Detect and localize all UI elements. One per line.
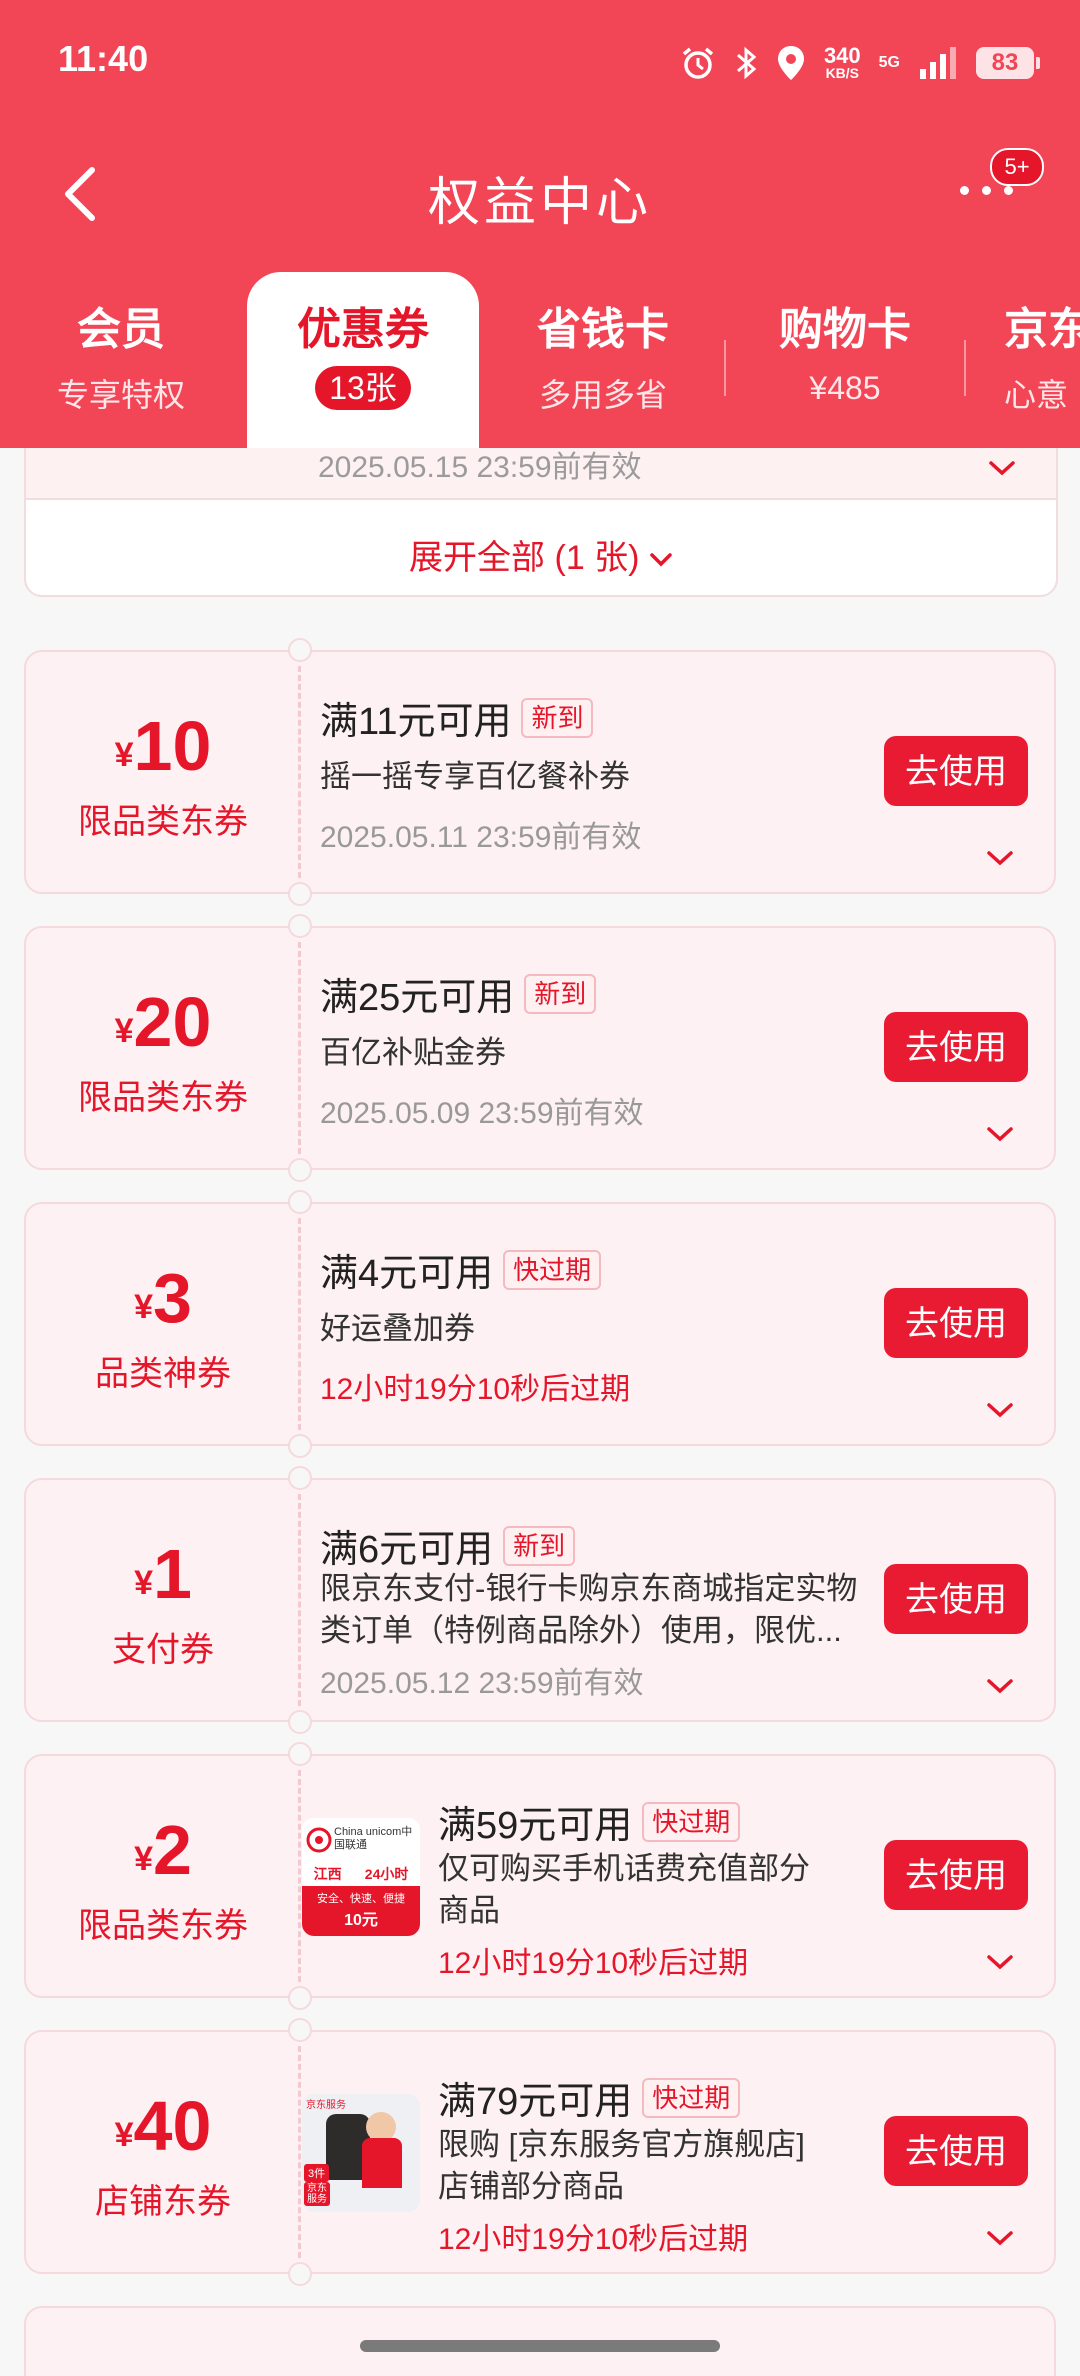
message-badge: 5+ bbox=[990, 148, 1044, 186]
coupon-group-card: 2025.05.15 23:59前有效 展开全部 (1 张) bbox=[24, 448, 1058, 597]
coupon-card[interactable]: ¥2 限品类东券 China unicom中国联通 江西 24小时 安全、快速、便… bbox=[24, 1742, 1056, 2010]
status-time: 11:40 bbox=[58, 38, 149, 79]
bluetooth-icon bbox=[736, 46, 757, 80]
coupon-threshold: 满6元可用 新到 bbox=[320, 1518, 576, 1573]
coupon-desc: 好运叠加券 bbox=[320, 1311, 475, 1346]
use-coupon-button[interactable]: 去使用 bbox=[884, 1012, 1028, 1082]
tab-divider bbox=[964, 340, 966, 396]
coupon-desc: 限购 [京东服务官方旗舰店] 店铺部分商品 bbox=[438, 2127, 805, 2204]
tab-shopping-card[interactable]: 购物卡 ¥485 bbox=[730, 300, 960, 407]
chevron-down-icon[interactable] bbox=[986, 1954, 1014, 1970]
more-dot bbox=[1004, 186, 1013, 195]
more-dot bbox=[960, 186, 969, 195]
tab-sub: 多用多省 bbox=[538, 377, 667, 413]
tab-member[interactable]: 会员 专享特权 bbox=[6, 300, 236, 416]
coupon-card[interactable]: ¥20 限品类东券 满25元可用 新到 百亿补贴金券 2025.05.09 23:… bbox=[24, 914, 1056, 1182]
coupon-desc: 摇一摇专享百亿餐补券 bbox=[320, 759, 630, 794]
chevron-down-icon[interactable] bbox=[988, 460, 1016, 476]
coupon-type: 品类神券 bbox=[95, 1355, 231, 1393]
home-indicator[interactable] bbox=[360, 2340, 720, 2352]
product-thumbnail[interactable]: China unicom中国联通 江西 24小时 安全、快速、便捷 10元 bbox=[302, 1818, 420, 1936]
battery-icon: 83 bbox=[976, 47, 1040, 79]
tab-savings-card[interactable]: 省钱卡 多用多省 bbox=[488, 300, 718, 416]
coupon-type: 店铺东券 bbox=[95, 2183, 231, 2221]
page-title: 权益中心 bbox=[427, 174, 652, 232]
new-tag: 新到 bbox=[521, 697, 594, 738]
net-speed: 340 KB/S bbox=[823, 43, 861, 81]
chevron-down-icon[interactable] bbox=[986, 1402, 1014, 1418]
new-tag: 新到 bbox=[503, 1525, 576, 1566]
coupon-card[interactable]: ¥1 支付券 满6元可用 新到 限京东支付-银行卡购京东商城指定实物 类订单（特例… bbox=[24, 1466, 1056, 1734]
location-icon bbox=[777, 46, 804, 80]
tab-label: 会员 bbox=[77, 305, 165, 354]
coupon-card[interactable]: ¥40 店铺东券 京东服务 3件 京东 服务 满79元可用 快过期 限购 [京东服务… bbox=[24, 2018, 1056, 2286]
tab-sub: ¥485 bbox=[809, 370, 881, 406]
use-coupon-button[interactable]: 去使用 bbox=[884, 1840, 1028, 1910]
chevron-down-icon[interactable] bbox=[986, 1126, 1014, 1142]
coupon-amount: ¥3 bbox=[134, 1259, 192, 1337]
coupon-amount: ¥2 bbox=[134, 1811, 192, 1889]
coupon-amount: ¥1 bbox=[134, 1535, 192, 1613]
use-coupon-button[interactable]: 去使用 bbox=[884, 1288, 1028, 1358]
product-thumbnail[interactable]: 京东服务 3件 京东 服务 bbox=[302, 2094, 420, 2212]
coupon-type: 支付券 bbox=[112, 1631, 214, 1669]
tab-divider bbox=[724, 340, 726, 396]
coupon-threshold: 满79元可用 快过期 bbox=[438, 2070, 741, 2125]
coupon-amount: ¥40 bbox=[114, 2087, 212, 2165]
chevron-down-icon[interactable] bbox=[986, 1678, 1014, 1694]
header: 11:40 340 KB/S 5G 83 权益中心 5+ 会员 专享特权 优惠券… bbox=[0, 0, 1080, 448]
tab-label: 优惠券 bbox=[297, 305, 429, 354]
status-icons: 340 KB/S 5G 83 bbox=[680, 36, 1040, 90]
coupon-countdown: 12小时19分10秒后过期 bbox=[438, 2223, 749, 2256]
coupon-card[interactable]: ¥10 限品类东券 满11元可用 新到 摇一摇专享百亿餐补券 2025.05.11… bbox=[24, 638, 1056, 906]
coupon-desc: 仅可购买手机话费充值部分 商品 bbox=[438, 1851, 810, 1928]
coupon-type: 限品类东券 bbox=[78, 803, 248, 841]
coupon-threshold: 满59元可用 快过期 bbox=[438, 1794, 741, 1849]
more-dot bbox=[982, 186, 991, 195]
tab-sub: 心意 bbox=[1004, 377, 1069, 413]
expand-all-button[interactable]: 展开全部 (1 张) bbox=[26, 530, 1056, 579]
coupon-partial: 2025.05.15 23:59前有效 bbox=[26, 448, 1056, 500]
coupon-desc: 限京东支付-银行卡购京东商城指定实物 类订单（特例商品除外）使用，限优... bbox=[320, 1571, 858, 1648]
coupon-threshold: 满11元可用 新到 bbox=[320, 690, 594, 745]
coupon-desc: 百亿补贴金券 bbox=[320, 1035, 506, 1070]
tab-label: 省钱卡 bbox=[537, 305, 669, 354]
network-type: 5G bbox=[878, 54, 900, 71]
alarm-icon bbox=[682, 47, 714, 79]
tab-jd-gift[interactable]: 京东 心意 bbox=[980, 300, 1080, 416]
coupon-list[interactable]: 2025.05.15 23:59前有效 展开全部 (1 张) ¥10 限品类东券… bbox=[0, 448, 1080, 2376]
expiring-tag: 快过期 bbox=[503, 1249, 602, 1290]
coupon-countdown: 12小时19分10秒后过期 bbox=[320, 1373, 631, 1406]
coupon-countdown: 12小时19分10秒后过期 bbox=[438, 1947, 749, 1980]
use-coupon-button[interactable]: 去使用 bbox=[884, 736, 1028, 806]
coupon-validity: 2025.05.12 23:59前有效 bbox=[320, 1667, 644, 1700]
coupon-type: 限品类东券 bbox=[78, 1079, 248, 1117]
coupon-amount: ¥10 bbox=[114, 707, 212, 785]
expiring-tag: 快过期 bbox=[642, 1801, 741, 1842]
coupon-validity: 2025.05.09 23:59前有效 bbox=[320, 1097, 644, 1130]
coupon-type: 限品类东券 bbox=[78, 1907, 248, 1945]
expiring-tag: 快过期 bbox=[642, 2077, 741, 2118]
coupon-threshold: 满25元可用 新到 bbox=[320, 966, 597, 1021]
tab-label: 购物卡 bbox=[779, 305, 911, 354]
chevron-down-icon[interactable] bbox=[986, 850, 1014, 866]
coupon-count-badge: 13张 bbox=[315, 366, 411, 410]
new-tag: 新到 bbox=[524, 973, 597, 1014]
coupon-amount: ¥20 bbox=[114, 983, 212, 1061]
use-coupon-button[interactable]: 去使用 bbox=[884, 2116, 1028, 2186]
signal-icon bbox=[920, 47, 956, 79]
unicom-logo-icon bbox=[306, 1827, 332, 1853]
chevron-down-icon[interactable] bbox=[986, 2230, 1014, 2246]
coupon-card[interactable]: ¥3 品类神券 满4元可用 快过期 好运叠加券 12小时19分10秒后过期 去使用 bbox=[24, 1190, 1056, 1458]
use-coupon-button[interactable]: 去使用 bbox=[884, 1564, 1028, 1634]
tab-label: 京东 bbox=[1004, 305, 1080, 354]
chevron-down-icon bbox=[650, 553, 672, 567]
coupon-validity: 2025.05.11 23:59前有效 bbox=[320, 821, 642, 854]
coupon-validity: 2025.05.15 23:59前有效 bbox=[318, 451, 642, 484]
tab-coupon[interactable]: 优惠券 13张 bbox=[247, 272, 479, 448]
tab-sub: 专享特权 bbox=[56, 377, 185, 413]
coupon-threshold: 满4元可用 快过期 bbox=[320, 1242, 602, 1297]
